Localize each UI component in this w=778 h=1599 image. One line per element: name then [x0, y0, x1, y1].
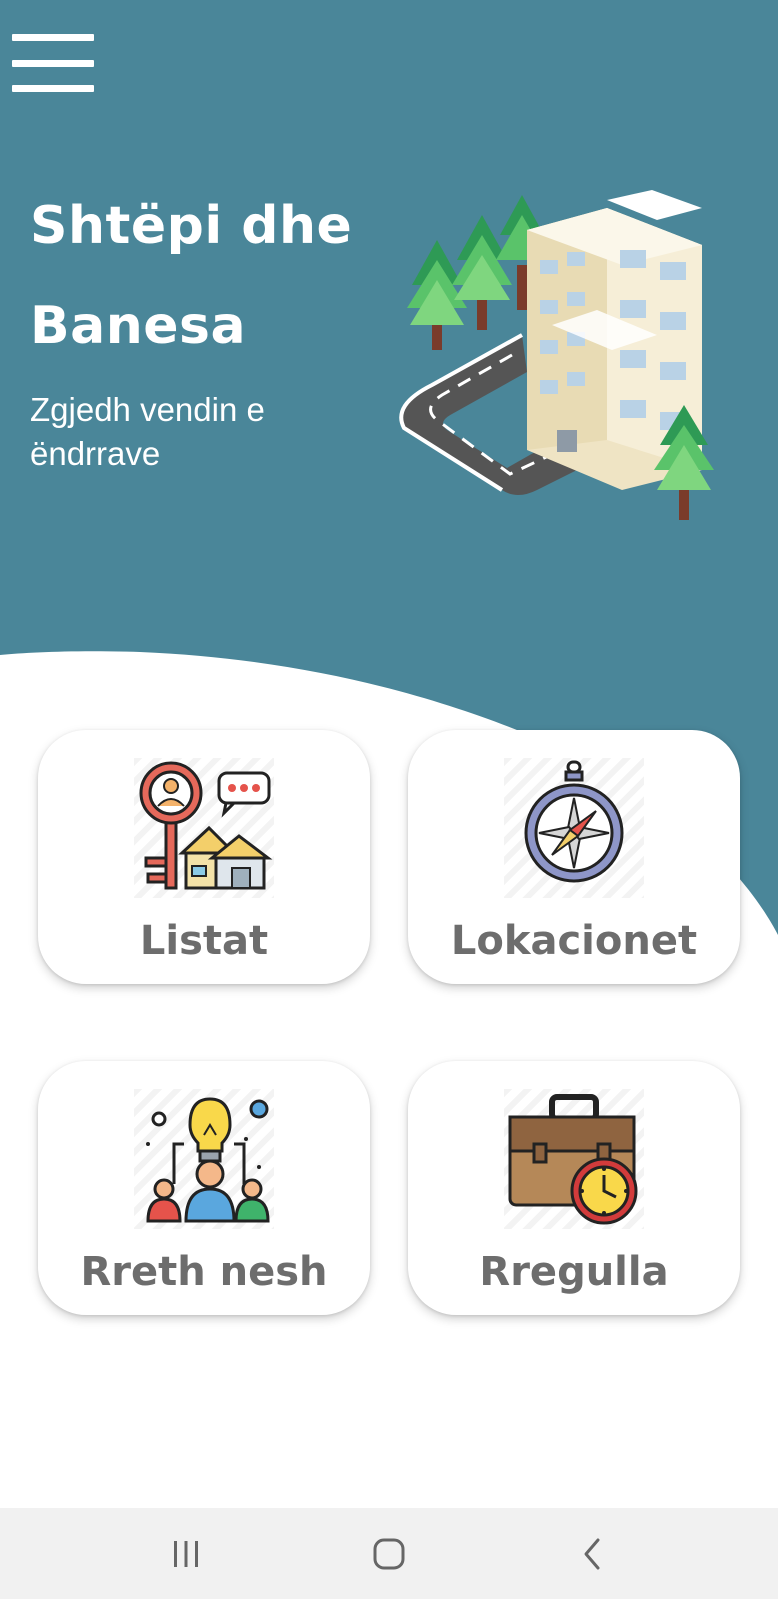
team-idea-lightbulb-icon [134, 1089, 274, 1229]
compass-icon [504, 758, 644, 898]
card-listat[interactable]: Listat [38, 730, 370, 984]
key-house-search-icon [134, 758, 274, 898]
page-title-line1: Shtëpi dhe [30, 196, 353, 256]
recent-apps-icon[interactable] [156, 1530, 216, 1578]
card-label: Listat [139, 918, 269, 964]
card-rreth-nesh[interactable]: Rreth nesh [38, 1061, 370, 1315]
hamburger-menu-icon[interactable] [12, 34, 94, 92]
back-icon[interactable] [562, 1530, 622, 1578]
card-rregulla[interactable]: Rregulla [408, 1061, 740, 1315]
card-label: Rreth nesh [80, 1249, 328, 1295]
card-label: Rregulla [479, 1249, 669, 1295]
briefcase-clock-icon [504, 1089, 644, 1229]
city-building-road-illustration [399, 190, 714, 520]
home-icon[interactable] [359, 1530, 419, 1578]
system-navigation-bar [0, 1508, 778, 1599]
card-lokacionet[interactable]: Lokacionet [408, 730, 740, 984]
card-label: Lokacionet [450, 918, 698, 964]
page-title-line2: Banesa [30, 296, 247, 356]
page-subtitle: Zgjedh vendin e ëndrrave [30, 391, 265, 472]
